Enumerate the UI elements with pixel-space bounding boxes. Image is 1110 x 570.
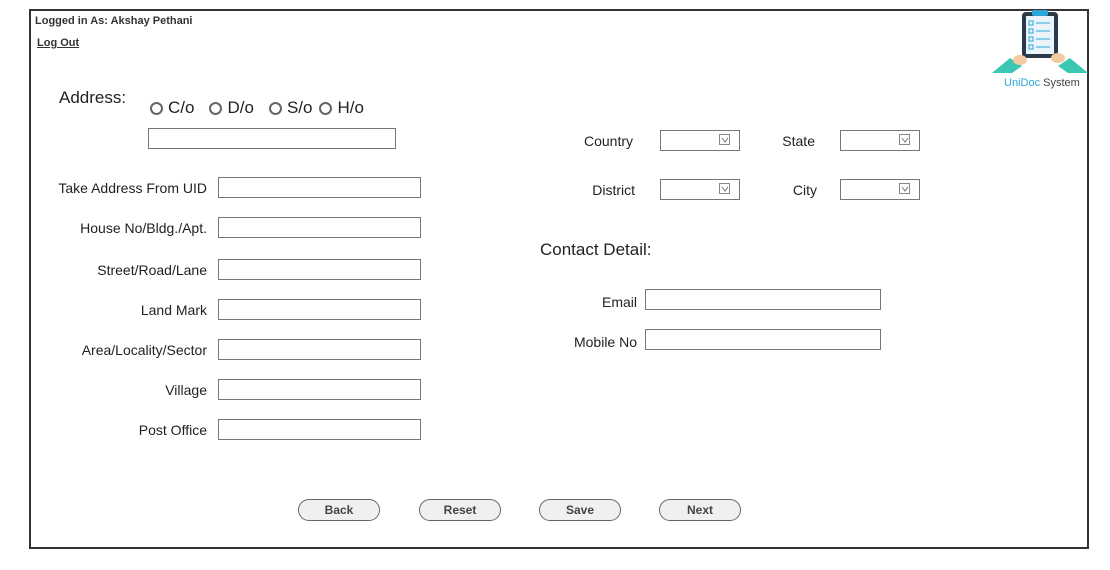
landmark-input[interactable] — [218, 299, 421, 320]
logo-brand-part1: UniDoc — [1004, 77, 1041, 89]
email-input[interactable] — [645, 289, 881, 310]
chevron-down-icon — [719, 183, 730, 194]
uid-address-label: Take Address From UID — [58, 180, 207, 196]
city-label: City — [792, 182, 817, 198]
district-label: District — [592, 182, 635, 198]
relation-radio-group: C/o D/o S/o H/o — [150, 98, 379, 118]
radio-label: H/o — [337, 98, 364, 117]
street-label: Street/Road/Lane — [97, 262, 207, 278]
state-select[interactable] — [840, 130, 920, 151]
house-no-input[interactable] — [218, 217, 421, 238]
landmark-label: Land Mark — [140, 302, 207, 318]
address-title: Address: — [59, 88, 127, 107]
area-label: Area/Locality/Sector — [81, 342, 207, 358]
radio-label: S/o — [286, 98, 313, 117]
relation-name-input[interactable] — [148, 128, 396, 149]
city-select[interactable] — [840, 179, 920, 200]
chevron-down-icon — [719, 134, 730, 145]
chevron-down-icon — [899, 134, 910, 145]
district-select[interactable] — [660, 179, 740, 200]
radio-circle-icon — [319, 101, 333, 115]
next-button[interactable]: Next — [659, 499, 741, 521]
back-button[interactable]: Back — [298, 499, 380, 521]
mobile-label: Mobile No — [573, 334, 637, 350]
radio-circle-icon — [268, 101, 282, 115]
chevron-down-icon — [899, 183, 910, 194]
radio-s-o[interactable]: S/o — [268, 98, 313, 118]
logo-text: UniDoc System — [1004, 77, 1080, 89]
clipboard-icon — [992, 10, 1088, 73]
street-input[interactable] — [218, 259, 421, 280]
radio-circle-icon — [209, 101, 223, 115]
radio-c-o[interactable]: C/o — [150, 98, 194, 118]
village-label: Village — [165, 382, 207, 398]
country-select[interactable] — [660, 130, 740, 151]
logged-in-label: Logged in As: Akshay Pethani — [35, 15, 193, 27]
save-button[interactable]: Save — [539, 499, 621, 521]
logo-brand-part2: System — [1040, 77, 1080, 89]
post-office-label: Post Office — [138, 422, 207, 438]
reset-button[interactable]: Reset — [419, 499, 501, 521]
post-office-input[interactable] — [218, 419, 421, 440]
village-input[interactable] — [218, 379, 421, 400]
radio-label: D/o — [227, 98, 254, 117]
area-input[interactable] — [218, 339, 421, 360]
contact-detail-title: Contact Detail: — [540, 240, 652, 259]
uid-address-input[interactable] — [218, 177, 421, 198]
form-frame — [29, 9, 1089, 549]
radio-label: C/o — [168, 98, 195, 117]
radio-circle-icon — [150, 101, 163, 115]
radio-d-o[interactable]: D/o — [209, 98, 254, 118]
email-label: Email — [601, 294, 637, 310]
mobile-input[interactable] — [645, 329, 881, 350]
state-label: State — [782, 133, 815, 149]
country-label: Country — [583, 133, 633, 149]
house-no-label: House No/Bldg./Apt. — [80, 220, 207, 236]
radio-h-o[interactable]: H/o — [319, 98, 364, 118]
logout-link[interactable]: Log Out — [37, 37, 79, 49]
